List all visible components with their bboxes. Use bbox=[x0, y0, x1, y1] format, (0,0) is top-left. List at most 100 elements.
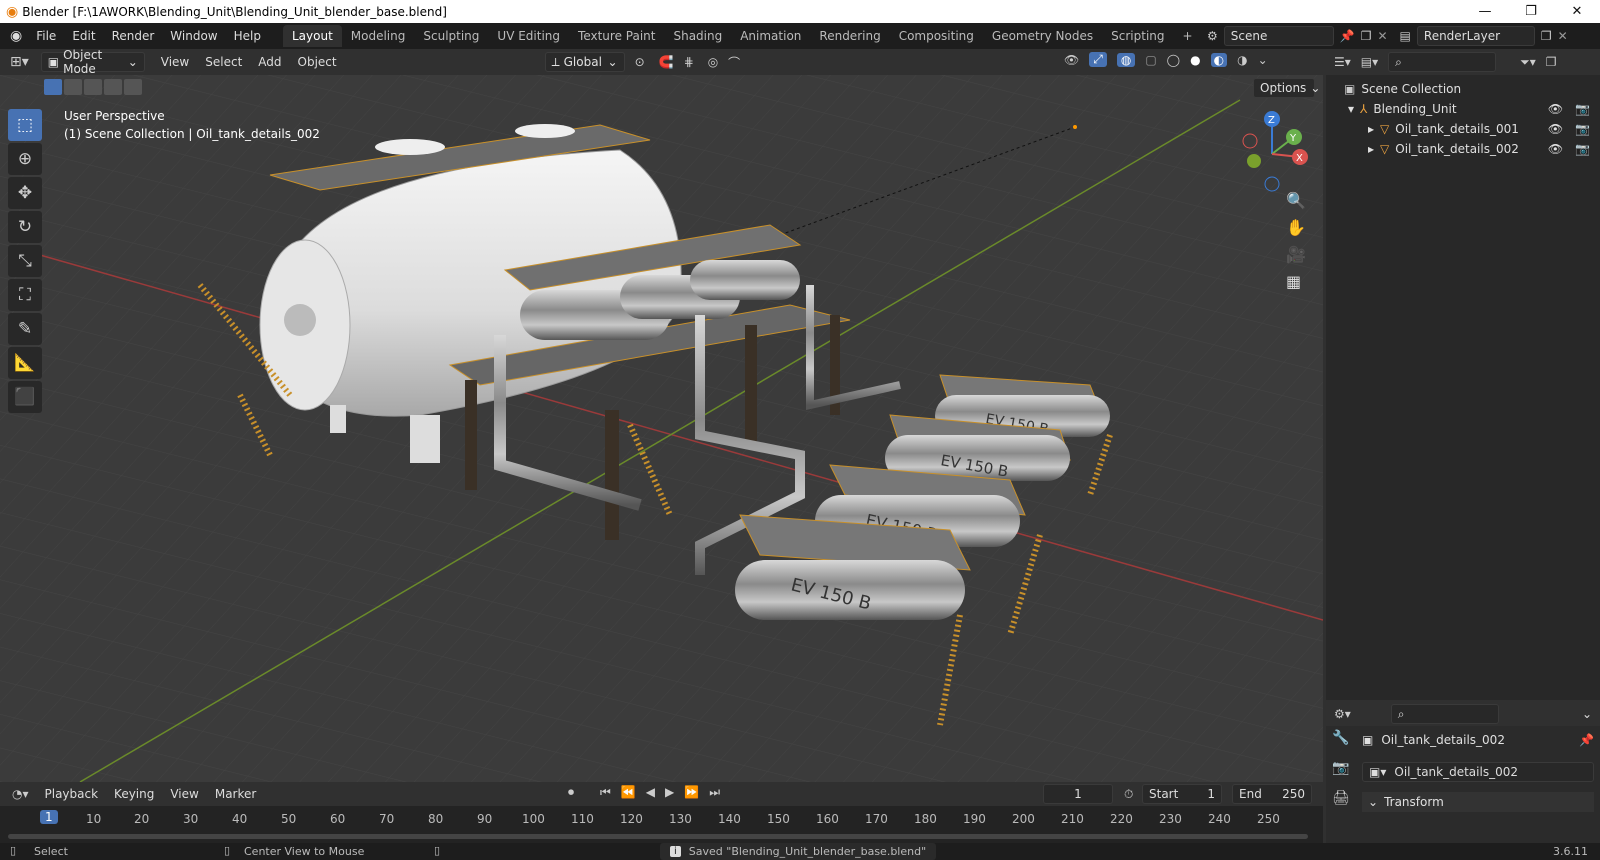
rendered-shading-icon[interactable]: ◑ bbox=[1237, 53, 1247, 67]
render-tab-icon[interactable]: 📷 bbox=[1332, 760, 1350, 776]
select-extend-icon[interactable] bbox=[64, 79, 82, 95]
tab-geometry-nodes[interactable]: Geometry Nodes bbox=[983, 25, 1102, 47]
blender-menu-icon[interactable]: ◉ bbox=[10, 28, 22, 44]
orientation-dropdown[interactable]: ⟂ Global ⌄ bbox=[544, 52, 625, 72]
falloff-icon[interactable]: ⌒ bbox=[728, 54, 740, 71]
tab-sculpting[interactable]: Sculpting bbox=[414, 25, 488, 47]
rotate-icon[interactable]: ↻ bbox=[8, 211, 42, 243]
new-collection-icon[interactable]: ❐ bbox=[1546, 55, 1557, 69]
3d-viewport[interactable]: EV 150 B EV 150 B EV 150 B EV 150 B bbox=[0, 75, 1323, 782]
renderlayer-selector[interactable]: RenderLayer bbox=[1416, 26, 1535, 46]
material-shading-icon[interactable]: ◐ bbox=[1210, 52, 1228, 67]
snap-icon[interactable]: 🧲 bbox=[659, 55, 674, 69]
editor-type-icon[interactable]: ⊞▾ bbox=[10, 54, 29, 70]
minimize-button[interactable]: — bbox=[1462, 0, 1508, 23]
output-tab-icon[interactable]: 🖨 bbox=[1332, 790, 1350, 806]
move-icon[interactable]: ✥ bbox=[8, 177, 42, 209]
pivot-icon[interactable]: ⊙ bbox=[635, 55, 645, 69]
tab-layout[interactable]: Layout bbox=[282, 25, 342, 47]
menu-help[interactable]: Help bbox=[226, 29, 269, 43]
delete-scene-icon[interactable]: ✕ bbox=[1377, 29, 1387, 43]
outliner-row-scene-collection[interactable]: ▣ Scene Collection bbox=[1326, 79, 1600, 99]
transform-icon[interactable]: ⛶ bbox=[8, 279, 42, 311]
add-workspace-button[interactable]: + bbox=[1174, 25, 1202, 47]
pin-icon[interactable]: 📌 bbox=[1340, 29, 1355, 43]
visibility-icon[interactable]: 👁 bbox=[1064, 53, 1079, 67]
pan-hand-icon[interactable]: ✋ bbox=[1286, 218, 1306, 237]
select-box-icon[interactable]: ⬚ bbox=[8, 109, 42, 141]
viewport-menu-select[interactable]: Select bbox=[197, 55, 250, 69]
xray-icon[interactable]: ▢ bbox=[1145, 53, 1156, 67]
menu-file[interactable]: File bbox=[28, 29, 64, 43]
tab-texture-paint[interactable]: Texture Paint bbox=[569, 25, 664, 47]
close-button[interactable]: ✕ bbox=[1554, 0, 1600, 23]
properties-search-input[interactable]: ⌕ bbox=[1390, 704, 1499, 724]
new-scene-icon[interactable]: ❐ bbox=[1361, 29, 1372, 43]
snap-target-icon[interactable]: ⋕ bbox=[684, 55, 694, 69]
maximize-button[interactable]: ❐ bbox=[1508, 0, 1554, 23]
filter-icon[interactable]: ⏷▾ bbox=[1520, 55, 1536, 70]
expand-arrow-icon[interactable]: ▸ bbox=[1368, 142, 1374, 156]
wireframe-shading-icon[interactable]: ◯ bbox=[1167, 53, 1180, 67]
camera-render-icon[interactable]: 📷 bbox=[1575, 142, 1590, 156]
display-mode-icon[interactable]: ▤▾ bbox=[1361, 55, 1378, 69]
outliner-search-input[interactable]: ⌕ bbox=[1388, 52, 1497, 72]
expand-arrow-icon[interactable]: ▸ bbox=[1368, 122, 1374, 136]
annotate-icon[interactable]: ✎ bbox=[8, 313, 42, 345]
tab-uv-editing[interactable]: UV Editing bbox=[488, 25, 569, 47]
chevron-down-icon[interactable]: ⌄ bbox=[1582, 707, 1592, 721]
tab-compositing[interactable]: Compositing bbox=[890, 25, 983, 47]
options-dropdown[interactable]: Options ⌄ bbox=[1253, 78, 1320, 98]
transform-section[interactable]: ⌄ Transform bbox=[1362, 792, 1594, 812]
shading-options-icon[interactable]: ⌄ bbox=[1258, 53, 1268, 67]
cursor-icon[interactable]: ⊕ bbox=[8, 143, 42, 175]
search-icon: ⌕ bbox=[1397, 706, 1405, 721]
tab-modeling[interactable]: Modeling bbox=[342, 25, 415, 47]
delete-layer-icon[interactable]: ✕ bbox=[1558, 29, 1568, 43]
pin-icon[interactable]: 📌 bbox=[1579, 733, 1594, 747]
tool-tab-icon[interactable]: 🔧 bbox=[1332, 730, 1350, 746]
expand-arrow-icon[interactable]: ▾ bbox=[1348, 102, 1354, 116]
object-name-field[interactable]: ▣▾ Oil_tank_details_002 bbox=[1362, 762, 1594, 782]
eye-icon[interactable]: 👁 bbox=[1548, 102, 1563, 116]
camera-render-icon[interactable]: 📷 bbox=[1575, 102, 1590, 116]
select-intersect-icon[interactable] bbox=[124, 79, 142, 95]
object-mode-dropdown[interactable]: ▣ Object Mode ⌄ bbox=[40, 48, 145, 76]
tab-scripting[interactable]: Scripting bbox=[1102, 25, 1173, 47]
viewport-menu-object[interactable]: Object bbox=[290, 55, 345, 69]
navigation-gizmo[interactable]: Z Y X bbox=[1232, 109, 1312, 199]
menu-window[interactable]: Window bbox=[162, 29, 225, 43]
proportional-edit-icon[interactable]: ◎ bbox=[708, 55, 718, 69]
overlay-icon[interactable]: ◍ bbox=[1116, 52, 1136, 67]
renderlayer-icon: ▤ bbox=[1399, 29, 1411, 43]
viewport-menu-add[interactable]: Add bbox=[250, 55, 289, 69]
scene-selector[interactable]: Scene bbox=[1223, 26, 1334, 46]
eye-icon[interactable]: 👁 bbox=[1548, 142, 1563, 156]
tab-animation[interactable]: Animation bbox=[731, 25, 810, 47]
scale-icon[interactable]: ⤡ bbox=[8, 245, 42, 277]
measure-icon[interactable]: 📐 bbox=[8, 347, 42, 379]
tab-rendering[interactable]: Rendering bbox=[810, 25, 889, 47]
tab-shading[interactable]: Shading bbox=[664, 25, 731, 47]
camera-icon[interactable]: 🎥 bbox=[1286, 245, 1306, 264]
menu-render[interactable]: Render bbox=[104, 29, 163, 43]
outliner-editor-icon[interactable]: ☰▾ bbox=[1334, 55, 1351, 69]
camera-render-icon[interactable]: 📷 bbox=[1575, 122, 1590, 136]
properties-editor-icon[interactable]: ⚙▾ bbox=[1334, 707, 1351, 721]
solid-shading-icon[interactable]: ● bbox=[1190, 53, 1200, 67]
new-layer-icon[interactable]: ❐ bbox=[1541, 29, 1552, 43]
add-cube-icon[interactable]: ⬛ bbox=[8, 381, 42, 413]
outliner-row-object-2[interactable]: ▸ ▽ Oil_tank_details_002 👁 📷 bbox=[1326, 139, 1600, 159]
select-new-icon[interactable] bbox=[44, 79, 62, 95]
outliner-row-blending-unit[interactable]: ▾ ⅄ Blending_Unit 👁 📷 bbox=[1326, 99, 1600, 119]
select-subtract-icon[interactable] bbox=[84, 79, 102, 95]
outliner-row-object-1[interactable]: ▸ ▽ Oil_tank_details_001 👁 📷 bbox=[1326, 119, 1600, 139]
select-invert-icon[interactable] bbox=[104, 79, 122, 95]
timeline-scrollbar[interactable] bbox=[8, 834, 1308, 839]
eye-icon[interactable]: 👁 bbox=[1548, 122, 1563, 136]
gizmo-icon[interactable]: ⤢ bbox=[1089, 52, 1107, 67]
zoom-icon[interactable]: 🔍 bbox=[1286, 191, 1306, 210]
grid-view-icon[interactable]: ▦ bbox=[1286, 272, 1306, 291]
menu-edit[interactable]: Edit bbox=[64, 29, 103, 43]
viewport-menu-view[interactable]: View bbox=[153, 55, 197, 69]
